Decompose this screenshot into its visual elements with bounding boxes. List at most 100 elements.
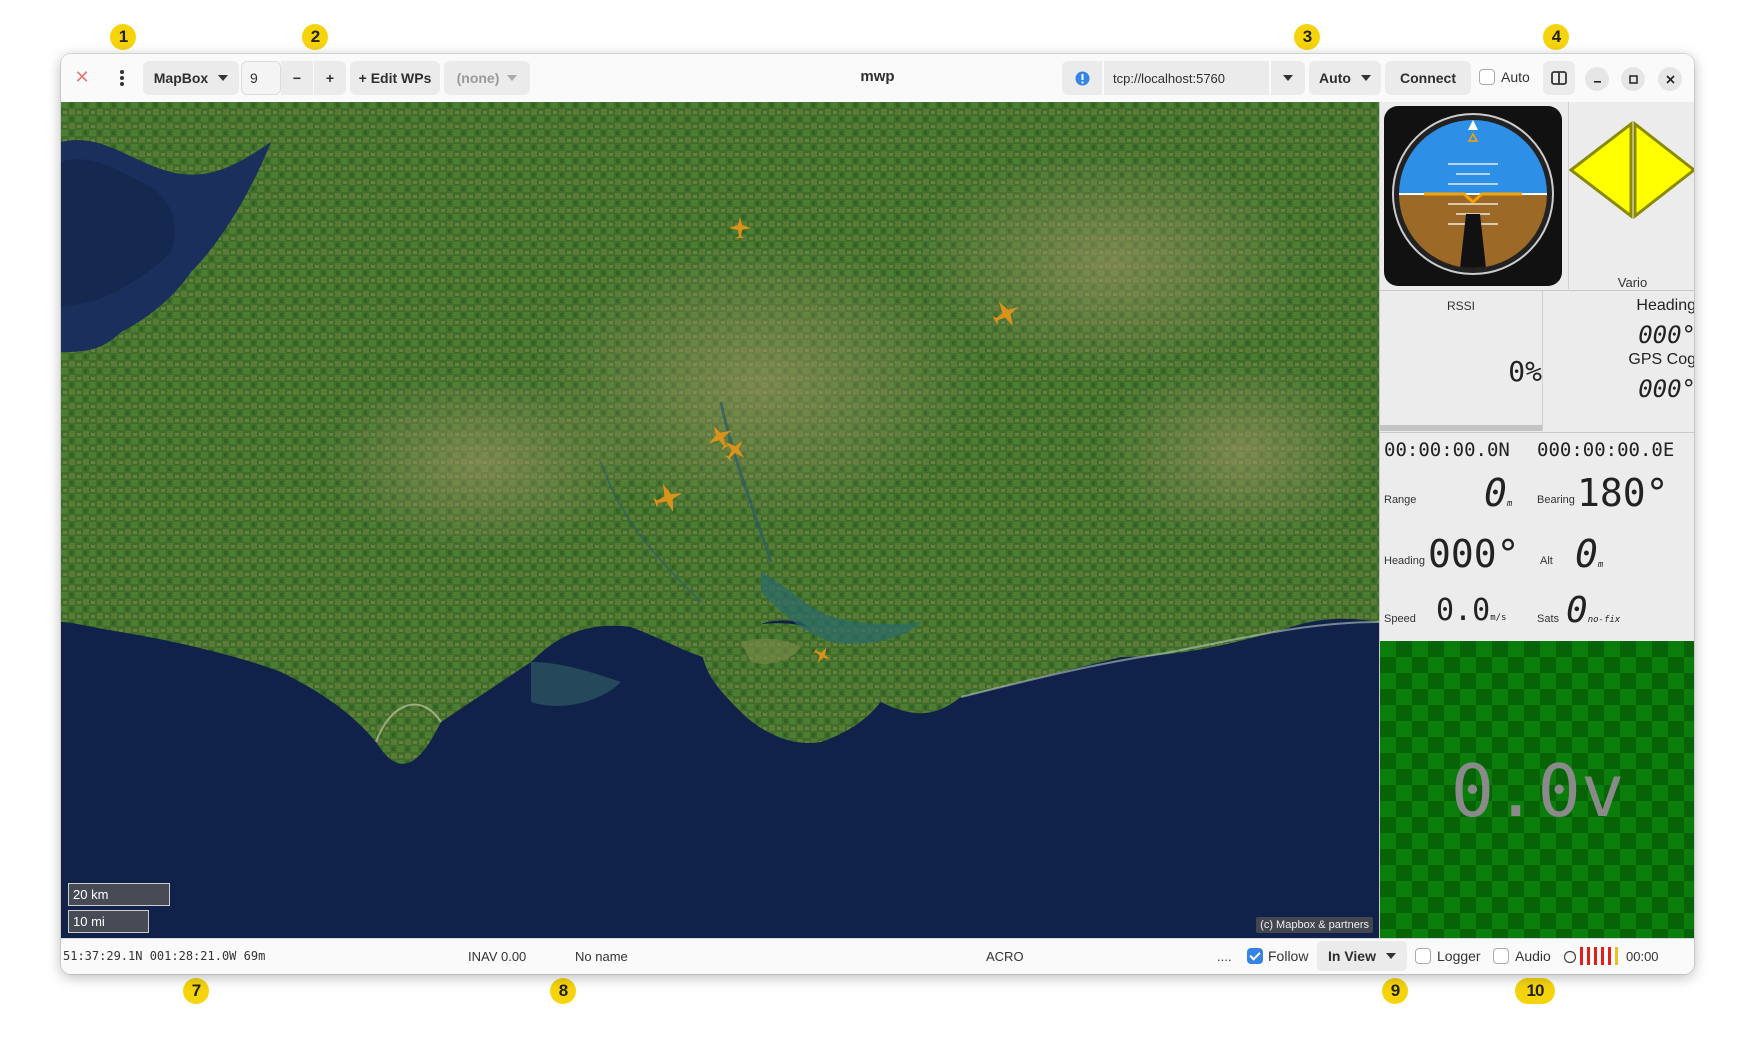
chevron-down-icon [1283,75,1293,81]
chevron-down-icon [1385,953,1396,959]
follow-label: Follow [1268,948,1309,964]
logger-label: Logger [1437,948,1481,964]
range-readout: 0m [1484,471,1512,515]
vario-arrows-icon [1569,120,1694,220]
logger-toggle[interactable]: Logger [1415,948,1481,964]
mission-dropdown[interactable]: (none) [444,61,530,95]
longitude: 000:00:00.0E [1537,439,1675,461]
info-button[interactable] [1062,61,1102,95]
audio-checkbox[interactable] [1493,948,1509,964]
bearing-label: Bearing [1537,494,1575,506]
callout-9: 9 [1382,978,1408,1004]
aircraft-marker-1[interactable] [729,217,751,239]
logger-checkbox[interactable] [1415,948,1431,964]
follow-toggle[interactable]: Follow [1247,948,1308,964]
alt-readout: 0m [1575,532,1603,576]
speed-readout: 0.0m/s [1436,593,1506,628]
auto-connect-toggle[interactable]: Auto [1479,69,1530,85]
chevron-down-icon [218,75,229,81]
range-label: Range [1384,494,1417,506]
chevron-down-icon [1360,75,1371,81]
kebab-menu-icon [120,70,124,86]
range-value: 0 [1484,471,1507,515]
zoom-out-button[interactable]: − [281,61,313,95]
connection-history-button[interactable] [1271,61,1305,95]
rssi-widget: RSSI 0% [1380,291,1542,431]
sats-unit: no-fix [1587,615,1621,625]
attitude-indicator-icon [1392,113,1554,275]
split-view-button[interactable] [1543,61,1575,95]
vario-label: Vario [1617,275,1648,290]
audio-toggle[interactable]: Audio [1493,948,1551,964]
connect-button[interactable]: Connect [1385,61,1471,95]
chevron-down-icon [507,75,518,81]
nav-heading-value: 000° [1428,532,1520,576]
minimize-button[interactable] [1585,67,1609,91]
sats-label: Sats [1537,613,1560,625]
close-icon [1665,74,1675,84]
info-icon [1075,71,1089,85]
sats-value: 0 [1566,590,1588,631]
firmware-version: INAV 0.00 [468,949,527,964]
maximize-button[interactable] [1621,67,1645,91]
mission-label: (none) [456,70,500,86]
rssi-label: RSSI [1446,299,1475,313]
menu-button[interactable] [107,61,137,95]
callout-1: 1 [110,24,136,50]
minimize-icon [1593,80,1601,83]
view-mode-dropdown[interactable]: In View [1317,941,1407,971]
heading-label: Heading [1636,297,1694,314]
scale-bar-km: 20 km [68,883,170,906]
gps-cog-value: 000° [1638,375,1694,403]
heading-widget: Heading 000° GPS Cog 000° [1542,291,1694,431]
header-bar: ✕ MapBox 9 − + + Edit WPs (none) mwp tcp… [61,54,1694,103]
zoom-in-button[interactable]: + [314,61,346,95]
gps-info: 00:00:00.0N 000:00:00.0E Range 0m Bearin… [1380,433,1694,631]
map-source-dropdown[interactable]: MapBox [143,61,239,95]
callout-10: 10 [1515,978,1555,1004]
activity-dots: .... [1217,949,1232,964]
auto-label: Auto [1501,69,1530,85]
auto-checkbox[interactable] [1479,69,1495,85]
bearing-value: 180° [1577,471,1669,515]
scale-bar-mi: 10 mi [68,910,149,933]
alt-label: Alt [1540,555,1553,567]
alt-unit: m [1597,560,1604,570]
zoom-level-field[interactable]: 9 [241,61,281,95]
sidebar-toggle-icon [1551,71,1567,85]
gps-cog-label: GPS Cog [1628,351,1694,368]
callout-2: 2 [302,24,328,50]
speed-unit: m/s [1490,613,1507,623]
speed-label: Speed [1384,613,1416,625]
artificial-horizon [1384,106,1562,286]
nav-heading-label: Heading [1384,555,1425,567]
app-window: ✕ MapBox 9 − + + Edit WPs (none) mwp tcp… [61,54,1694,974]
callout-3: 3 [1294,24,1320,50]
battery-voltage-widget: 0.0v [1380,641,1694,939]
rssi-value: 0% [1508,355,1542,388]
sats-readout: 0no-fix [1566,590,1620,631]
speed-value: 0.0 [1436,593,1491,628]
zoom-level-value: 9 [250,70,258,86]
connection-url: tcp://localhost:5760 [1113,70,1226,86]
model-name: No name [575,949,628,964]
connection-url-field[interactable]: tcp://localhost:5760 [1104,61,1269,95]
rssi-bar [1380,425,1542,431]
edit-waypoints-button[interactable]: + Edit WPs [350,61,440,95]
callout-8: 8 [550,978,576,1004]
follow-checkbox[interactable] [1247,948,1263,964]
cursor-position: 51:37:29.1N 001:28:21.0W 69m [63,949,266,963]
vario-gauge: Vario [1568,102,1694,290]
elapsed-time: 00:00 [1626,949,1659,964]
status-bar: 51:37:29.1N 001:28:21.0W 69m INAV 0.00 N… [61,938,1694,974]
view-mode-label: In View [1328,948,1376,964]
close-icon[interactable]: ✕ [71,66,93,88]
telemetry-panel: Vario RSSI 0% Heading 000° GPS Cog 000° … [1379,102,1694,939]
satellite-map [61,102,1379,764]
close-window-button[interactable] [1658,67,1682,91]
latitude: 00:00:00.0N [1384,439,1510,461]
range-unit: m [1506,499,1513,509]
callout-4: 4 [1543,24,1569,50]
map-view[interactable]: 20 km 10 mi (c) Mapbox & partners [61,102,1379,939]
protocol-dropdown[interactable]: Auto [1309,61,1381,95]
